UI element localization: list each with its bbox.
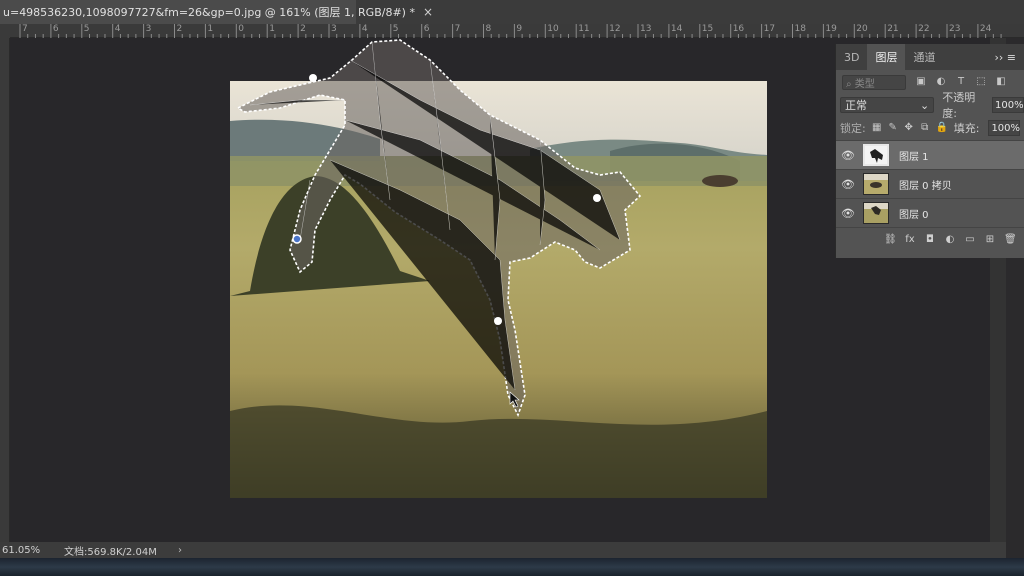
- layer-thumbnail: [863, 202, 889, 224]
- vertical-ruler: [0, 38, 10, 542]
- panel-tabs: 3D 图层 通道 ›› ≡: [836, 44, 1024, 70]
- new-layer-icon[interactable]: ⊞: [984, 234, 996, 245]
- ruler-label: 1: [207, 24, 214, 34]
- eye-icon[interactable]: 👁: [836, 149, 860, 162]
- canvas-image[interactable]: [230, 81, 767, 498]
- opacity-input[interactable]: 100%: [992, 97, 1024, 113]
- panel-menu-icon[interactable]: ›› ≡: [986, 44, 1024, 70]
- layer-name: 图层 0: [899, 209, 929, 221]
- layer-row[interactable]: 👁 图层 1: [836, 140, 1024, 169]
- layer-style-icon[interactable]: fx: [904, 234, 916, 245]
- ruler-label: 7: [454, 24, 461, 34]
- document-tab-title: u=498536230,1098097727&fm=26&gp=0.jpg @ …: [3, 6, 415, 19]
- ruler-label: 21: [887, 24, 899, 34]
- ruler-label: 7: [22, 24, 28, 34]
- eye-icon[interactable]: 👁: [836, 207, 860, 220]
- chevron-down-icon: ⌄: [920, 98, 930, 112]
- link-layers-icon[interactable]: ⛓: [884, 234, 897, 245]
- ruler-label: 18: [794, 24, 806, 34]
- ruler-label: 5: [392, 24, 399, 34]
- pixel-filter-icon[interactable]: ▣: [916, 77, 926, 87]
- layer-filter-row: ⌕ 类型 ▣ ◐ T ⬚ ◧: [836, 70, 1024, 94]
- add-mask-icon[interactable]: ◘: [924, 234, 936, 245]
- lock-row: 锁定: ▦ ✎ ✥ ⧉ 🔒 填充: 100%: [836, 116, 1024, 140]
- adjustment-filter-icon[interactable]: ◐: [936, 77, 946, 87]
- document-tab-bar: u=498536230,1098097727&fm=26&gp=0.jpg @ …: [0, 0, 1024, 24]
- tab-layers[interactable]: 图层: [867, 44, 906, 70]
- new-group-icon[interactable]: ▭: [964, 234, 976, 245]
- ruler-label: 20: [856, 24, 868, 34]
- layer-row[interactable]: 👁 图层 0 拷贝: [836, 169, 1024, 198]
- ruler-label: 16: [732, 24, 745, 34]
- ruler-label: 6: [423, 24, 430, 34]
- blend-row: 正常 ⌄ 不透明度: 100%: [836, 91, 1024, 120]
- ruler-label: 2: [176, 24, 183, 34]
- fill-label: 填充:: [953, 122, 980, 135]
- lock-artboard-icon[interactable]: ⧉: [920, 123, 930, 133]
- ruler-corner: [0, 24, 10, 38]
- ruler-label: 4: [361, 24, 368, 34]
- close-icon[interactable]: ×: [423, 5, 433, 19]
- layer-name: 图层 1: [899, 151, 929, 163]
- layer-thumbnail: [863, 144, 889, 166]
- ruler-label: 2: [300, 24, 306, 34]
- document-tab[interactable]: u=498536230,1098097727&fm=26&gp=0.jpg @ …: [0, 0, 433, 24]
- lock-label: 锁定:: [840, 122, 866, 135]
- blend-mode-value: 正常: [845, 99, 867, 112]
- lock-pixels-icon[interactable]: ✎: [888, 123, 898, 133]
- ruler-label: 8: [485, 24, 492, 34]
- ruler-label: 10: [547, 24, 559, 34]
- ruler-label: 24: [979, 24, 992, 34]
- status-bar: 61.05% 文档:569.8K/2.04M ›: [0, 542, 1006, 558]
- opacity-label: 不透明度:: [942, 91, 976, 120]
- document-info: 文档:569.8K/2.04M: [64, 546, 157, 558]
- ruler-label: 23: [949, 24, 961, 34]
- ruler-label: 19: [825, 24, 837, 34]
- lock-position-icon[interactable]: ✥: [904, 123, 914, 133]
- ruler-label: 6: [52, 24, 59, 34]
- ruler-label: 4: [114, 24, 121, 34]
- zoom-level[interactable]: 61.05%: [0, 545, 42, 556]
- ruler-label: 11: [578, 24, 590, 34]
- ruler-label: 3: [145, 24, 152, 34]
- ruler-label: 5: [83, 24, 90, 34]
- layer-filter-select[interactable]: ⌕ 类型: [842, 74, 906, 90]
- ruler-label: 13: [640, 24, 652, 34]
- shape-filter-icon[interactable]: ⬚: [976, 77, 986, 87]
- ruler-label: 3: [331, 24, 337, 34]
- ruler-label: 9: [516, 24, 523, 34]
- layers-panel: 3D 图层 通道 ›› ≡ ⌕ 类型 ▣ ◐ T ⬚ ◧ 正常 ⌄ 不透明度: …: [836, 44, 1024, 258]
- ruler-label: 15: [701, 24, 714, 34]
- ruler-label: 0: [238, 24, 245, 34]
- lock-transparent-icon[interactable]: ▦: [872, 123, 882, 133]
- tab-channels[interactable]: 通道: [905, 44, 943, 70]
- panel-footer: ⛓ fx ◘ ◐ ▭ ⊞ 🗑: [836, 227, 1024, 250]
- eye-icon[interactable]: 👁: [836, 178, 860, 191]
- ruler-label: 17: [763, 24, 776, 34]
- adjustment-layer-icon[interactable]: ◐: [944, 234, 956, 245]
- trash-icon[interactable]: 🗑: [1004, 234, 1017, 245]
- status-menu-arrow-icon[interactable]: ›: [178, 545, 182, 556]
- ruler-label: 14: [670, 24, 683, 34]
- ruler-label: 12: [609, 24, 621, 34]
- layer-thumbnail: [863, 173, 889, 195]
- fill-input[interactable]: 100%: [988, 120, 1021, 136]
- blend-mode-select[interactable]: 正常 ⌄: [840, 97, 935, 113]
- tab-3d[interactable]: 3D: [836, 44, 867, 70]
- background-strip: [0, 558, 1024, 576]
- horizontal-ruler: 7 6 5 4 3 2 1 0 1 2 3 4 5 6 7 8 9 10 11 12 13 14 15 16 17 18 19 20 2…: [10, 24, 1024, 38]
- ruler-label: 1: [269, 24, 275, 34]
- smart-object-filter-icon[interactable]: ◧: [996, 77, 1006, 87]
- type-filter-icon[interactable]: T: [956, 77, 966, 87]
- layer-name: 图层 0 拷贝: [899, 180, 952, 192]
- lock-all-icon[interactable]: 🔒: [936, 123, 948, 133]
- ruler-label: 22: [918, 24, 930, 34]
- layer-row[interactable]: 👁 图层 0: [836, 198, 1024, 227]
